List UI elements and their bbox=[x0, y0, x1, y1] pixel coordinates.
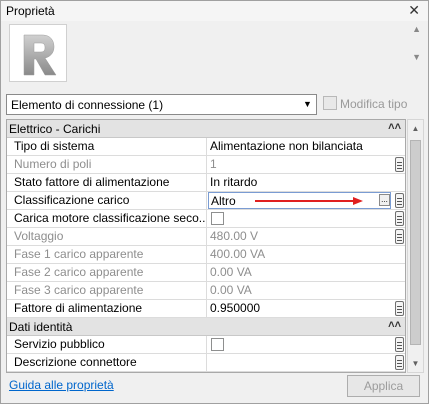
checkbox[interactable] bbox=[211, 338, 224, 351]
property-row-connector-description[interactable]: Descrizione connettore bbox=[7, 354, 405, 372]
browse-button[interactable]: ... bbox=[379, 194, 390, 206]
property-row-power-factor[interactable]: Fattore di alimentazione 0.950000 bbox=[7, 300, 405, 318]
edit-type-icon bbox=[323, 96, 337, 110]
property-row-utility[interactable]: Servizio pubblico bbox=[7, 336, 405, 354]
property-value: 480.00 V bbox=[210, 229, 259, 243]
associate-parameter-button[interactable] bbox=[395, 193, 404, 208]
properties-grid: Elettrico - Carichi ˄˄ Tipo di sistema A… bbox=[6, 119, 406, 373]
scrollbar-thumb[interactable] bbox=[410, 140, 421, 345]
revit-logo-icon bbox=[23, 34, 57, 76]
associate-parameter-button[interactable] bbox=[395, 301, 404, 316]
property-row-phase-2-apparent-load: Fase 2 carico apparente 0.00 VA bbox=[7, 264, 405, 282]
property-name: Fattore di alimentazione bbox=[7, 300, 207, 317]
associate-parameter-button[interactable] bbox=[395, 337, 404, 352]
property-name: Carica motore classificazione seco... bbox=[7, 210, 207, 227]
edit-type-button[interactable]: Modifica tipo bbox=[323, 96, 407, 111]
properties-palette: Proprietà ✕ ▲ ▼ Elemento di connessione … bbox=[0, 0, 429, 404]
group-header-electrical-loads[interactable]: Elettrico - Carichi ˄˄ bbox=[7, 120, 405, 138]
property-value[interactable] bbox=[208, 354, 393, 371]
property-row-phase-1-apparent-load: Fase 1 carico apparente 400.00 VA bbox=[7, 246, 405, 264]
property-value[interactable]: 0.950000 bbox=[208, 300, 393, 317]
associate-parameter-button[interactable] bbox=[395, 229, 404, 244]
annotation-arrow-icon bbox=[255, 197, 363, 205]
collapse-icon[interactable]: ˄˄ bbox=[388, 319, 401, 331]
group-label: Dati identità bbox=[9, 320, 73, 334]
edit-type-label: Modifica tipo bbox=[340, 97, 408, 111]
title-bar: Proprietà ✕ bbox=[1, 1, 428, 21]
group-header-identity-data[interactable]: Dati identità ˄˄ bbox=[7, 318, 405, 336]
checkbox[interactable] bbox=[211, 212, 224, 225]
property-row-phase-3-apparent-load: Fase 3 carico apparente 0.00 VA bbox=[7, 282, 405, 300]
collapse-icon[interactable]: ˄˄ bbox=[388, 121, 401, 133]
associate-parameter-button[interactable] bbox=[395, 355, 404, 370]
property-value[interactable]: Alimentazione non bilanciata bbox=[208, 138, 393, 155]
associate-parameter-button[interactable] bbox=[395, 211, 404, 226]
chevron-up-icon[interactable]: ▲ bbox=[412, 24, 421, 34]
type-selector[interactable]: ▲ ▼ bbox=[6, 22, 423, 86]
property-row-motor-load-classification[interactable]: Carica motore classificazione seco... bbox=[7, 210, 405, 228]
property-value: 0.00 VA bbox=[210, 283, 252, 297]
property-name: Fase 1 carico apparente bbox=[7, 246, 207, 263]
chevron-down-icon[interactable]: ▼ bbox=[299, 95, 316, 114]
property-value: 400.00 VA bbox=[210, 247, 266, 261]
help-link[interactable]: Guida alle proprietà bbox=[9, 378, 114, 392]
property-row-voltage: Voltaggio 480.00 V bbox=[7, 228, 405, 246]
property-value[interactable] bbox=[208, 210, 393, 227]
instance-filter-value: Elemento di connessione (1) bbox=[11, 98, 164, 112]
scroll-down-icon[interactable]: ▼ bbox=[408, 355, 423, 372]
property-name: Tipo di sistema bbox=[7, 138, 207, 155]
property-row-system-type[interactable]: Tipo di sistema Alimentazione non bilanc… bbox=[7, 138, 405, 156]
group-label: Elettrico - Carichi bbox=[9, 122, 101, 136]
property-row-power-factor-state[interactable]: Stato fattore di alimentazione In ritard… bbox=[7, 174, 405, 192]
property-name: Numero di poli bbox=[7, 156, 207, 173]
property-name: Descrizione connettore bbox=[7, 354, 207, 371]
property-name: Stato fattore di alimentazione bbox=[7, 174, 207, 191]
property-row-number-of-poles: Numero di poli 1 bbox=[7, 156, 405, 174]
properties-scrollbar[interactable]: ▲ ▼ bbox=[407, 119, 424, 373]
scroll-up-icon[interactable]: ▲ bbox=[408, 120, 423, 137]
property-name: Fase 2 carico apparente bbox=[7, 264, 207, 281]
property-name: Servizio pubblico bbox=[7, 336, 207, 353]
property-name: Classificazione carico bbox=[7, 192, 207, 209]
property-name: Voltaggio bbox=[7, 228, 207, 245]
property-value[interactable]: In ritardo bbox=[208, 174, 393, 191]
property-value: 1 bbox=[210, 157, 217, 171]
window-title: Proprietà bbox=[6, 4, 55, 18]
instance-filter-dropdown[interactable]: Elemento di connessione (1) ▼ bbox=[6, 94, 317, 115]
associate-parameter-button[interactable] bbox=[395, 157, 404, 172]
property-value: 0.00 VA bbox=[210, 265, 252, 279]
property-value[interactable] bbox=[208, 336, 393, 353]
type-preview bbox=[9, 24, 67, 82]
chevron-down-icon[interactable]: ▼ bbox=[412, 52, 421, 62]
property-name: Fase 3 carico apparente bbox=[7, 282, 207, 299]
apply-button[interactable]: Applica bbox=[347, 375, 420, 397]
close-icon[interactable]: ✕ bbox=[408, 2, 420, 19]
